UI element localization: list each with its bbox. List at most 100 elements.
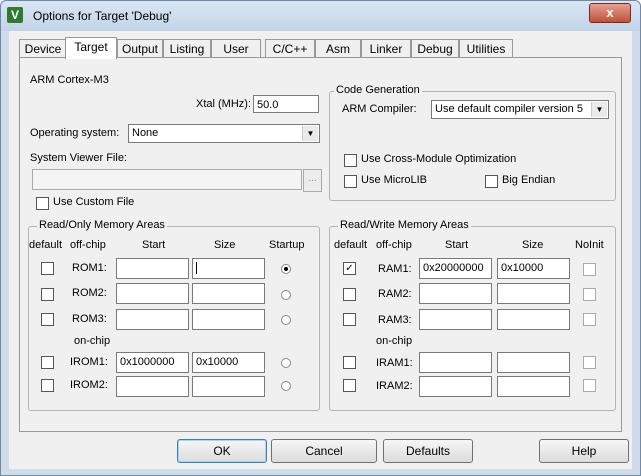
close-button[interactable]: x (589, 3, 631, 23)
chevron-down-icon: ▼ (591, 102, 607, 117)
cross-module-checkbox[interactable] (344, 154, 357, 167)
chevron-down-icon: ▼ (302, 126, 318, 141)
cancel-button[interactable]: Cancel (271, 439, 377, 463)
rw-onchip-label: on-chip (376, 335, 413, 347)
iram2-default-checkbox[interactable] (343, 379, 356, 392)
code-generation-group: Code Generation ARM Compiler: Use defaul… (329, 84, 616, 201)
svf-label: System Viewer File: (30, 152, 127, 164)
tab-asm[interactable]: Asm (315, 39, 361, 58)
os-select-value: None (132, 127, 159, 139)
os-select[interactable]: None ▼ (128, 124, 320, 143)
svf-input[interactable] (32, 169, 302, 190)
ram1-noinit-checkbox[interactable] (583, 263, 596, 276)
rom2-start-input[interactable] (116, 283, 189, 304)
use-custom-file-label: Use Custom File (53, 196, 135, 208)
ram2-size-input[interactable] (497, 283, 570, 304)
ram1-default-checkbox[interactable]: ✓ (343, 262, 356, 275)
cross-module-label: Use Cross-Module Optimization (361, 153, 517, 165)
rom1-start-input[interactable] (116, 258, 189, 279)
rom3-startup-radio[interactable] (281, 315, 291, 325)
ram1-start-input[interactable]: 0x20000000 (419, 258, 492, 279)
irom1-default-checkbox[interactable] (41, 356, 54, 369)
rom1-default-checkbox[interactable] (41, 262, 54, 275)
irom2-size-input[interactable] (192, 376, 265, 397)
tab-debug[interactable]: Debug (411, 39, 459, 58)
ram3-noinit-checkbox[interactable] (583, 313, 596, 326)
rw-header-start: Start (445, 239, 469, 251)
tab-target[interactable]: Target (65, 37, 117, 59)
svf-browse-button[interactable]: ... (303, 169, 322, 192)
rom1-size-input[interactable] (192, 258, 265, 279)
iram1-start-input[interactable] (419, 352, 492, 373)
irom2-default-checkbox[interactable] (41, 379, 54, 392)
rom2-startup-radio[interactable] (281, 290, 291, 300)
tab-device[interactable]: Device (19, 39, 67, 58)
rom1-startup-radio[interactable] (281, 264, 291, 274)
title-bar[interactable]: V Options for Target 'Debug' x (1, 1, 640, 31)
iram2-size-input[interactable] (497, 376, 570, 397)
ro-onchip-label: on-chip (74, 335, 111, 347)
iram2-noinit-checkbox[interactable] (583, 379, 596, 392)
os-label: Operating system: (30, 127, 120, 139)
defaults-button[interactable]: Defaults (383, 439, 473, 463)
microlib-checkbox[interactable] (344, 175, 357, 188)
rw-memory-group: Read/Write Memory Areas default off-chip… (329, 219, 616, 411)
ram1-label: RAM1: (378, 263, 412, 275)
ram1-size-input[interactable]: 0x10000 (497, 258, 570, 279)
tab-utilities[interactable]: Utilities (459, 39, 513, 58)
iram1-noinit-checkbox[interactable] (583, 356, 596, 369)
iram1-size-input[interactable] (497, 352, 570, 373)
keil-app-icon: V (7, 7, 23, 23)
tab-c-cpp[interactable]: C/C++ (265, 39, 315, 58)
use-custom-file-checkbox[interactable] (36, 197, 49, 210)
irom1-start-input[interactable]: 0x1000000 (116, 352, 189, 373)
help-button[interactable]: Help (539, 439, 629, 463)
tab-linker[interactable]: Linker (361, 39, 411, 58)
rom3-default-checkbox[interactable] (41, 313, 54, 326)
ram2-default-checkbox[interactable] (343, 288, 356, 301)
ro-memory-group: Read/Only Memory Areas default off-chip … (28, 219, 320, 411)
irom2-start-input[interactable] (116, 376, 189, 397)
ram3-start-input[interactable] (419, 309, 492, 330)
irom1-startup-radio[interactable] (281, 358, 291, 368)
rom2-size-input[interactable] (192, 283, 265, 304)
ram2-start-input[interactable] (419, 283, 492, 304)
device-name: ARM Cortex-M3 (30, 74, 109, 86)
irom2-startup-radio[interactable] (281, 381, 291, 391)
dialog-window: V Options for Target 'Debug' x Device Ta… (0, 0, 641, 476)
ram3-default-checkbox[interactable] (343, 313, 356, 326)
compiler-select-value: Use default compiler version 5 (435, 103, 583, 115)
ro-header-offchip: off-chip (70, 239, 106, 251)
tab-listing[interactable]: Listing (163, 39, 211, 58)
rw-memory-title: Read/Write Memory Areas (338, 219, 471, 231)
rom2-default-checkbox[interactable] (41, 288, 54, 301)
xtal-input[interactable]: 50.0 (253, 95, 319, 113)
compiler-select[interactable]: Use default compiler version 5 ▼ (431, 100, 609, 119)
rw-header-size: Size (522, 239, 544, 251)
text-caret (196, 262, 197, 274)
dialog-client: Device Target Output Listing User C/C++ … (9, 31, 632, 469)
compiler-label: ARM Compiler: (342, 103, 417, 115)
ro-header-size: Size (214, 239, 236, 251)
iram1-default-checkbox[interactable] (343, 356, 356, 369)
big-endian-checkbox[interactable] (485, 175, 498, 188)
rom3-start-input[interactable] (116, 309, 189, 330)
code-generation-title: Code Generation (334, 84, 422, 96)
ram3-size-input[interactable] (497, 309, 570, 330)
tab-user[interactable]: User (211, 39, 261, 58)
tab-output[interactable]: Output (117, 39, 163, 58)
ok-button[interactable]: OK (177, 439, 267, 463)
ram3-label: RAM3: (378, 314, 412, 326)
rom1-label: ROM1: (72, 262, 107, 274)
rom3-size-input[interactable] (192, 309, 265, 330)
irom2-label: IROM2: (70, 379, 108, 391)
irom1-label: IROM1: (70, 356, 108, 368)
ram2-label: RAM2: (378, 288, 412, 300)
ram2-noinit-checkbox[interactable] (583, 288, 596, 301)
iram2-label: IRAM2: (376, 380, 413, 392)
irom1-size-input[interactable]: 0x10000 (192, 352, 265, 373)
iram2-start-input[interactable] (419, 376, 492, 397)
rw-header-default: default (334, 239, 368, 251)
ro-header-startup: Startup (269, 239, 305, 251)
ro-header-default: default (29, 239, 63, 251)
